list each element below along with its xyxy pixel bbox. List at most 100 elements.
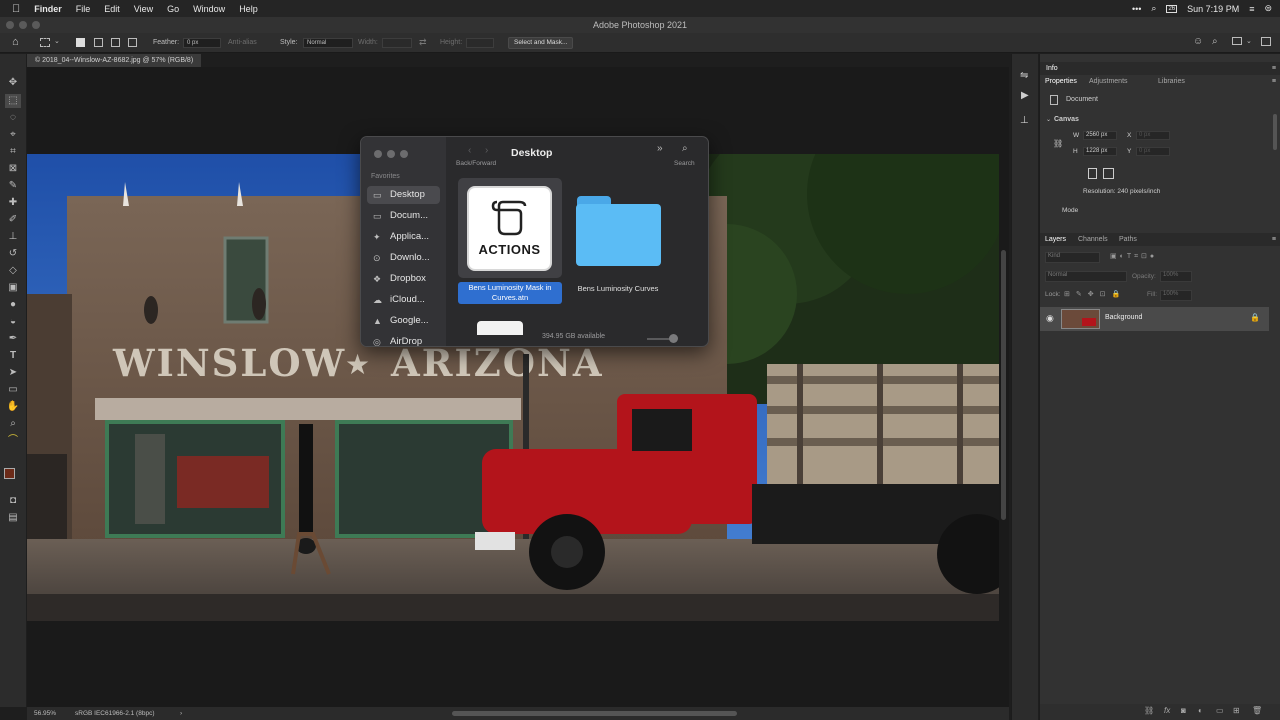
zoom-window-icon[interactable]	[32, 21, 40, 29]
feather-input[interactable]: 0 px	[183, 38, 221, 48]
layer-row-background[interactable]: ◉ Background 🔒	[1040, 307, 1269, 331]
new-layer-icon[interactable]: ⊞	[1233, 706, 1240, 715]
actions-panel-play-icon[interactable]: ▶	[1021, 90, 1029, 101]
tab-libraries[interactable]: Libraries	[1158, 75, 1185, 88]
tab-layers[interactable]: Layers	[1045, 233, 1066, 246]
folder-name-label[interactable]: Bens Luminosity Curves	[566, 284, 670, 293]
menu-view[interactable]: View	[134, 4, 153, 14]
more-dots-icon[interactable]: •••	[1132, 4, 1141, 14]
minimize-dialog-icon[interactable]	[387, 150, 395, 158]
home-icon[interactable]: ⌂	[12, 36, 19, 48]
tab-channels[interactable]: Channels	[1078, 233, 1108, 246]
horizontal-scrollbar[interactable]	[452, 711, 737, 716]
partial-file-icon[interactable]	[477, 321, 523, 335]
chevron-down-icon[interactable]: ⌄	[54, 37, 60, 45]
blur-tool-icon[interactable]: ●	[5, 298, 21, 312]
trash-icon[interactable]: 🗑	[1252, 706, 1262, 715]
search-icon[interactable]: ⌕	[1151, 3, 1156, 14]
add-selection-icon[interactable]	[94, 38, 103, 47]
vertical-scrollbar[interactable]	[1001, 250, 1006, 520]
control-center-icon[interactable]: ≡	[1249, 4, 1254, 14]
crop-tool-icon[interactable]: ⌗	[5, 145, 21, 159]
search-icon[interactable]: ⌕	[1212, 36, 1218, 47]
sidebar-item-desktop[interactable]: ▭ Desktop	[367, 186, 440, 204]
new-selection-icon[interactable]	[76, 38, 85, 47]
visibility-eye-icon[interactable]: ◉	[1046, 313, 1054, 324]
subtract-selection-icon[interactable]	[111, 38, 120, 47]
layer-name[interactable]: Background	[1105, 314, 1142, 321]
lock-icons[interactable]: ⊞✎✥⊡🔒	[1064, 290, 1126, 298]
adjustment-layer-icon[interactable]: ◐	[1198, 706, 1203, 715]
path-select-icon[interactable]: ➤	[5, 366, 21, 380]
canvas-width-input[interactable]: 2560 px	[1083, 131, 1117, 140]
sidebar-item-downloads[interactable]: ⊙ Downlo...	[367, 249, 440, 267]
move-tool-icon[interactable]: ✥	[5, 76, 21, 90]
icon-size-slider-knob[interactable]	[669, 334, 678, 343]
fill-input[interactable]: 100%	[1160, 290, 1192, 301]
sidebar-item-airdrop[interactable]: ◎ AirDrop	[367, 333, 440, 346]
frame-tool-icon[interactable]: ⊠	[5, 162, 21, 176]
menu-edit[interactable]: Edit	[104, 4, 120, 14]
sidebar-item-applications[interactable]: ✦ Applica...	[367, 228, 440, 246]
notification-icon[interactable]: ⊜	[1264, 3, 1272, 14]
gradient-tool-icon[interactable]: ▣	[5, 281, 21, 295]
file-name-label[interactable]: Bens Luminosity Mask in Curves.atn	[458, 282, 562, 304]
portrait-orientation-icon[interactable]	[1088, 168, 1097, 179]
opacity-input[interactable]: 100%	[1160, 271, 1192, 282]
tab-info[interactable]: Info	[1046, 62, 1058, 75]
sidebar-item-documents[interactable]: ▭ Docum...	[367, 207, 440, 225]
panel-menu-icon[interactable]: ≡	[1272, 75, 1276, 88]
chevron-down-icon[interactable]: ⌄	[1046, 116, 1051, 123]
canvas-y-input[interactable]: 0 px	[1136, 147, 1170, 156]
pen-tool-icon[interactable]: ✒	[5, 332, 21, 346]
select-and-mask-button[interactable]: Select and Mask...	[508, 37, 574, 49]
sidebar-item-google-drive[interactable]: ▲ Google...	[367, 312, 440, 330]
fx-icon[interactable]: fx	[1164, 706, 1170, 715]
add-mask-icon[interactable]: ◙	[1181, 706, 1186, 715]
healing-brush-icon[interactable]: ✚	[5, 196, 21, 210]
file-item-selected[interactable]: ACTIONS	[458, 178, 562, 278]
layer-filter-icons[interactable]: ▣◐T⌗⊡●	[1110, 252, 1157, 261]
panel-menu-icon[interactable]: ≡	[1272, 233, 1276, 246]
zoom-dialog-icon[interactable]	[400, 150, 408, 158]
quick-mask-icon[interactable]: ◘	[5, 494, 21, 508]
menu-finder[interactable]: Finder	[34, 4, 62, 14]
tab-properties[interactable]: Properties	[1045, 75, 1077, 88]
rectangle-tool-icon[interactable]: ▭	[5, 383, 21, 397]
tab-adjustments[interactable]: Adjustments	[1089, 75, 1128, 88]
anti-alias-checkbox[interactable]: Anti-alias	[228, 39, 257, 46]
menu-help[interactable]: Help	[239, 4, 258, 14]
eraser-tool-icon[interactable]: ◇	[5, 264, 21, 278]
layer-kind-filter[interactable]: Kind	[1045, 252, 1100, 263]
height-input[interactable]	[466, 38, 494, 48]
marquee-tool-icon[interactable]: ⬚	[5, 94, 21, 108]
search-icon[interactable]: ⌕	[682, 143, 688, 154]
sidebar-item-dropbox[interactable]: ❖ Dropbox	[367, 270, 440, 288]
canvas-x-input[interactable]: 0 px	[1136, 131, 1170, 140]
zoom-level[interactable]: 56.95%	[34, 707, 56, 720]
file-item-folder[interactable]	[574, 192, 662, 266]
sidebar-item-icloud[interactable]: ☁ iCloud...	[367, 291, 440, 309]
eyedropper-tool-icon[interactable]: ✎	[5, 179, 21, 193]
width-input[interactable]	[382, 38, 412, 48]
close-dialog-icon[interactable]	[374, 150, 382, 158]
tab-paths[interactable]: Paths	[1119, 233, 1137, 246]
marquee-tool-preset-icon[interactable]	[40, 38, 50, 47]
menu-file[interactable]: File	[76, 4, 91, 14]
status-chevron-icon[interactable]: ›	[180, 707, 182, 720]
share-export-icon[interactable]	[1261, 37, 1271, 46]
calendar-icon[interactable]: 26	[1166, 4, 1178, 13]
properties-panel-icon[interactable]: ⊥	[1020, 115, 1029, 126]
type-tool-icon[interactable]: T	[5, 349, 21, 363]
menu-window[interactable]: Window	[193, 4, 225, 14]
quick-select-tool-icon[interactable]: ⌖	[5, 128, 21, 142]
back-arrow-icon[interactable]: ‹	[468, 145, 471, 156]
minimize-window-icon[interactable]	[19, 21, 27, 29]
panel-menu-icon[interactable]: ≡	[1272, 62, 1276, 75]
zoom-tool-icon[interactable]: ⌕	[5, 417, 21, 431]
dodge-tool-icon[interactable]: ◒	[5, 315, 21, 329]
style-select[interactable]: Normal	[303, 38, 353, 48]
chevron-down-icon[interactable]: ⌄	[1246, 37, 1252, 45]
lasso-tool-icon[interactable]: ◌	[5, 111, 21, 125]
hand-tool-icon[interactable]: ✋	[5, 400, 21, 414]
